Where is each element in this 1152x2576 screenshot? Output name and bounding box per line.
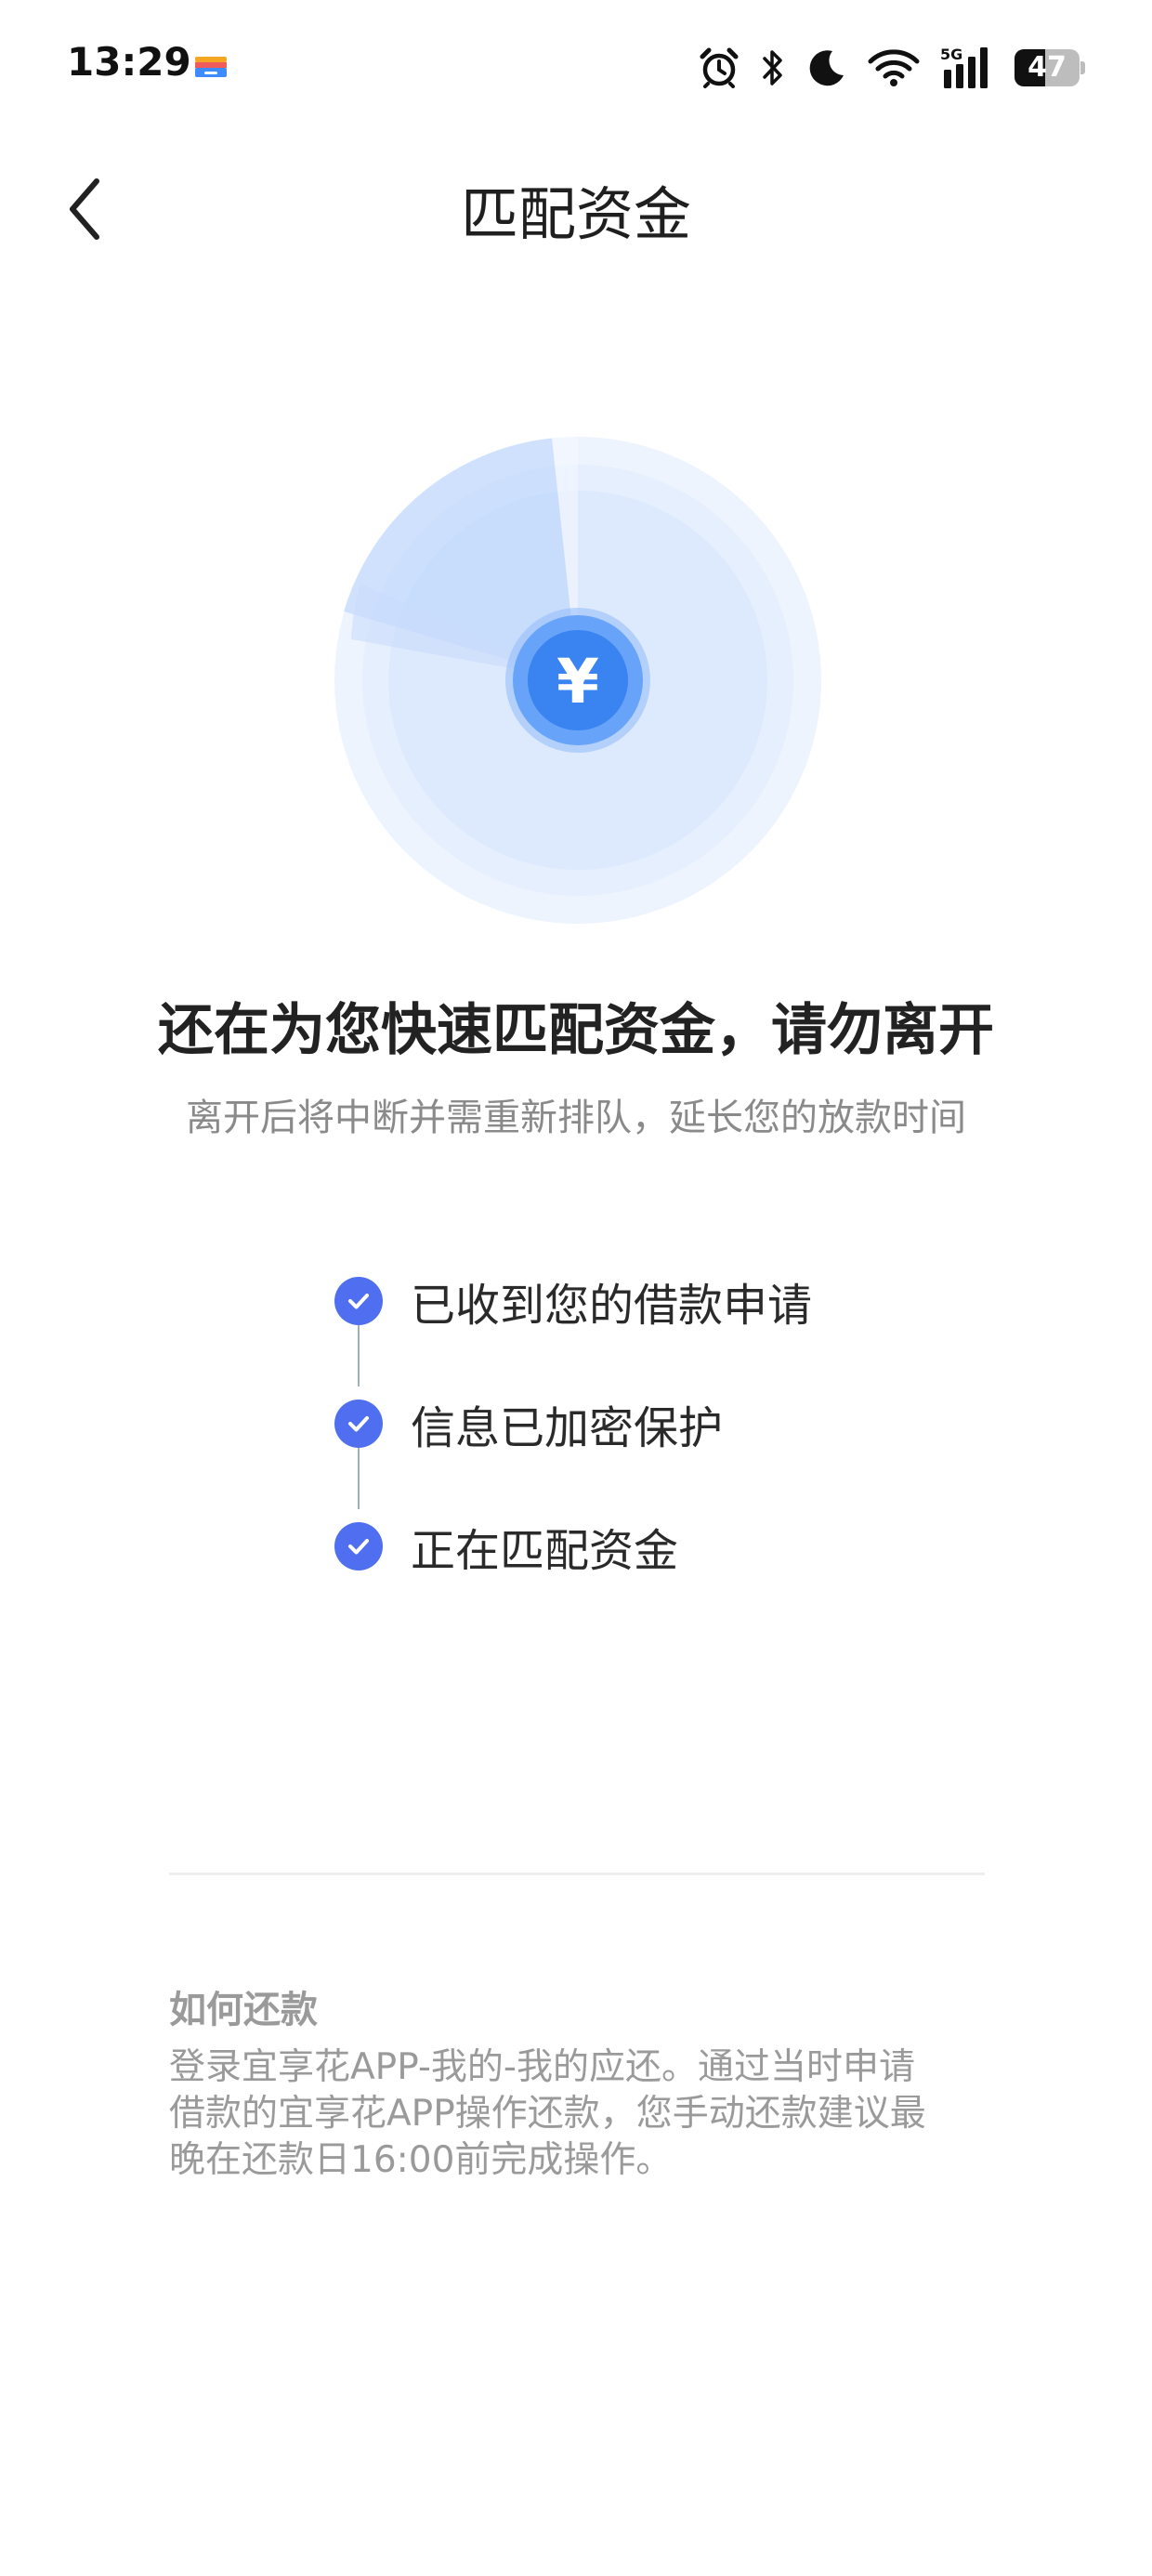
status-bar: 13:29 5G 47 [0, 0, 1152, 139]
wallet-app-icon [195, 57, 227, 77]
check-icon [334, 1277, 383, 1325]
repayment-title: 如何还款 [169, 1989, 318, 2031]
battery-level: 47 [1028, 51, 1067, 84]
nav-bar: 匹配资金 [0, 139, 1152, 279]
section-divider [169, 1873, 985, 1875]
page-title: 匹配资金 [460, 180, 691, 248]
repayment-line: 晚在还款日16:00前完成操作。 [169, 2139, 673, 2181]
repayment-instructions: 登录宜享花APP-我的-我的应还。通过当时申请 借款的宜享花APP操作还款，您手… [169, 2044, 987, 2184]
check-icon [334, 1522, 383, 1571]
battery-icon: 47 [1015, 49, 1085, 86]
5g-signal-icon: 5G [940, 46, 988, 88]
step-label: 信息已加密保护 [411, 1402, 724, 1454]
step-connector [358, 1325, 360, 1387]
step-item: 已收到您的借款申请 [334, 1264, 812, 1338]
step-item: 正在匹配资金 [334, 1509, 678, 1584]
repayment-line: 借款的宜享花APP操作还款，您手动还款建议最 [169, 2093, 926, 2135]
step-label: 正在匹配资金 [411, 1525, 679, 1577]
fund-matching-radar-illustration: ¥ [334, 437, 821, 924]
step-connector [358, 1448, 360, 1509]
matching-headline: 还在为您快速匹配资金，请勿离开 [158, 998, 994, 1063]
network-label: 5G [940, 46, 962, 63]
bluetooth-icon [763, 50, 782, 85]
do-not-disturb-moon-icon [809, 50, 844, 86]
status-time: 13:29 [67, 39, 191, 85]
wifi-icon [868, 49, 920, 86]
yuan-symbol: ¥ [556, 646, 599, 717]
check-icon [334, 1400, 383, 1448]
alarm-icon [700, 47, 739, 88]
step-label: 已收到您的借款申请 [411, 1280, 813, 1332]
repayment-line: 登录宜享花APP-我的-我的应还。通过当时申请 [169, 2046, 916, 2088]
matching-subline: 离开后将中断并需重新排队，延长您的放款时间 [186, 1097, 966, 1139]
step-item: 信息已加密保护 [334, 1387, 723, 1461]
status-icons: 5G 47 [699, 42, 1085, 94]
